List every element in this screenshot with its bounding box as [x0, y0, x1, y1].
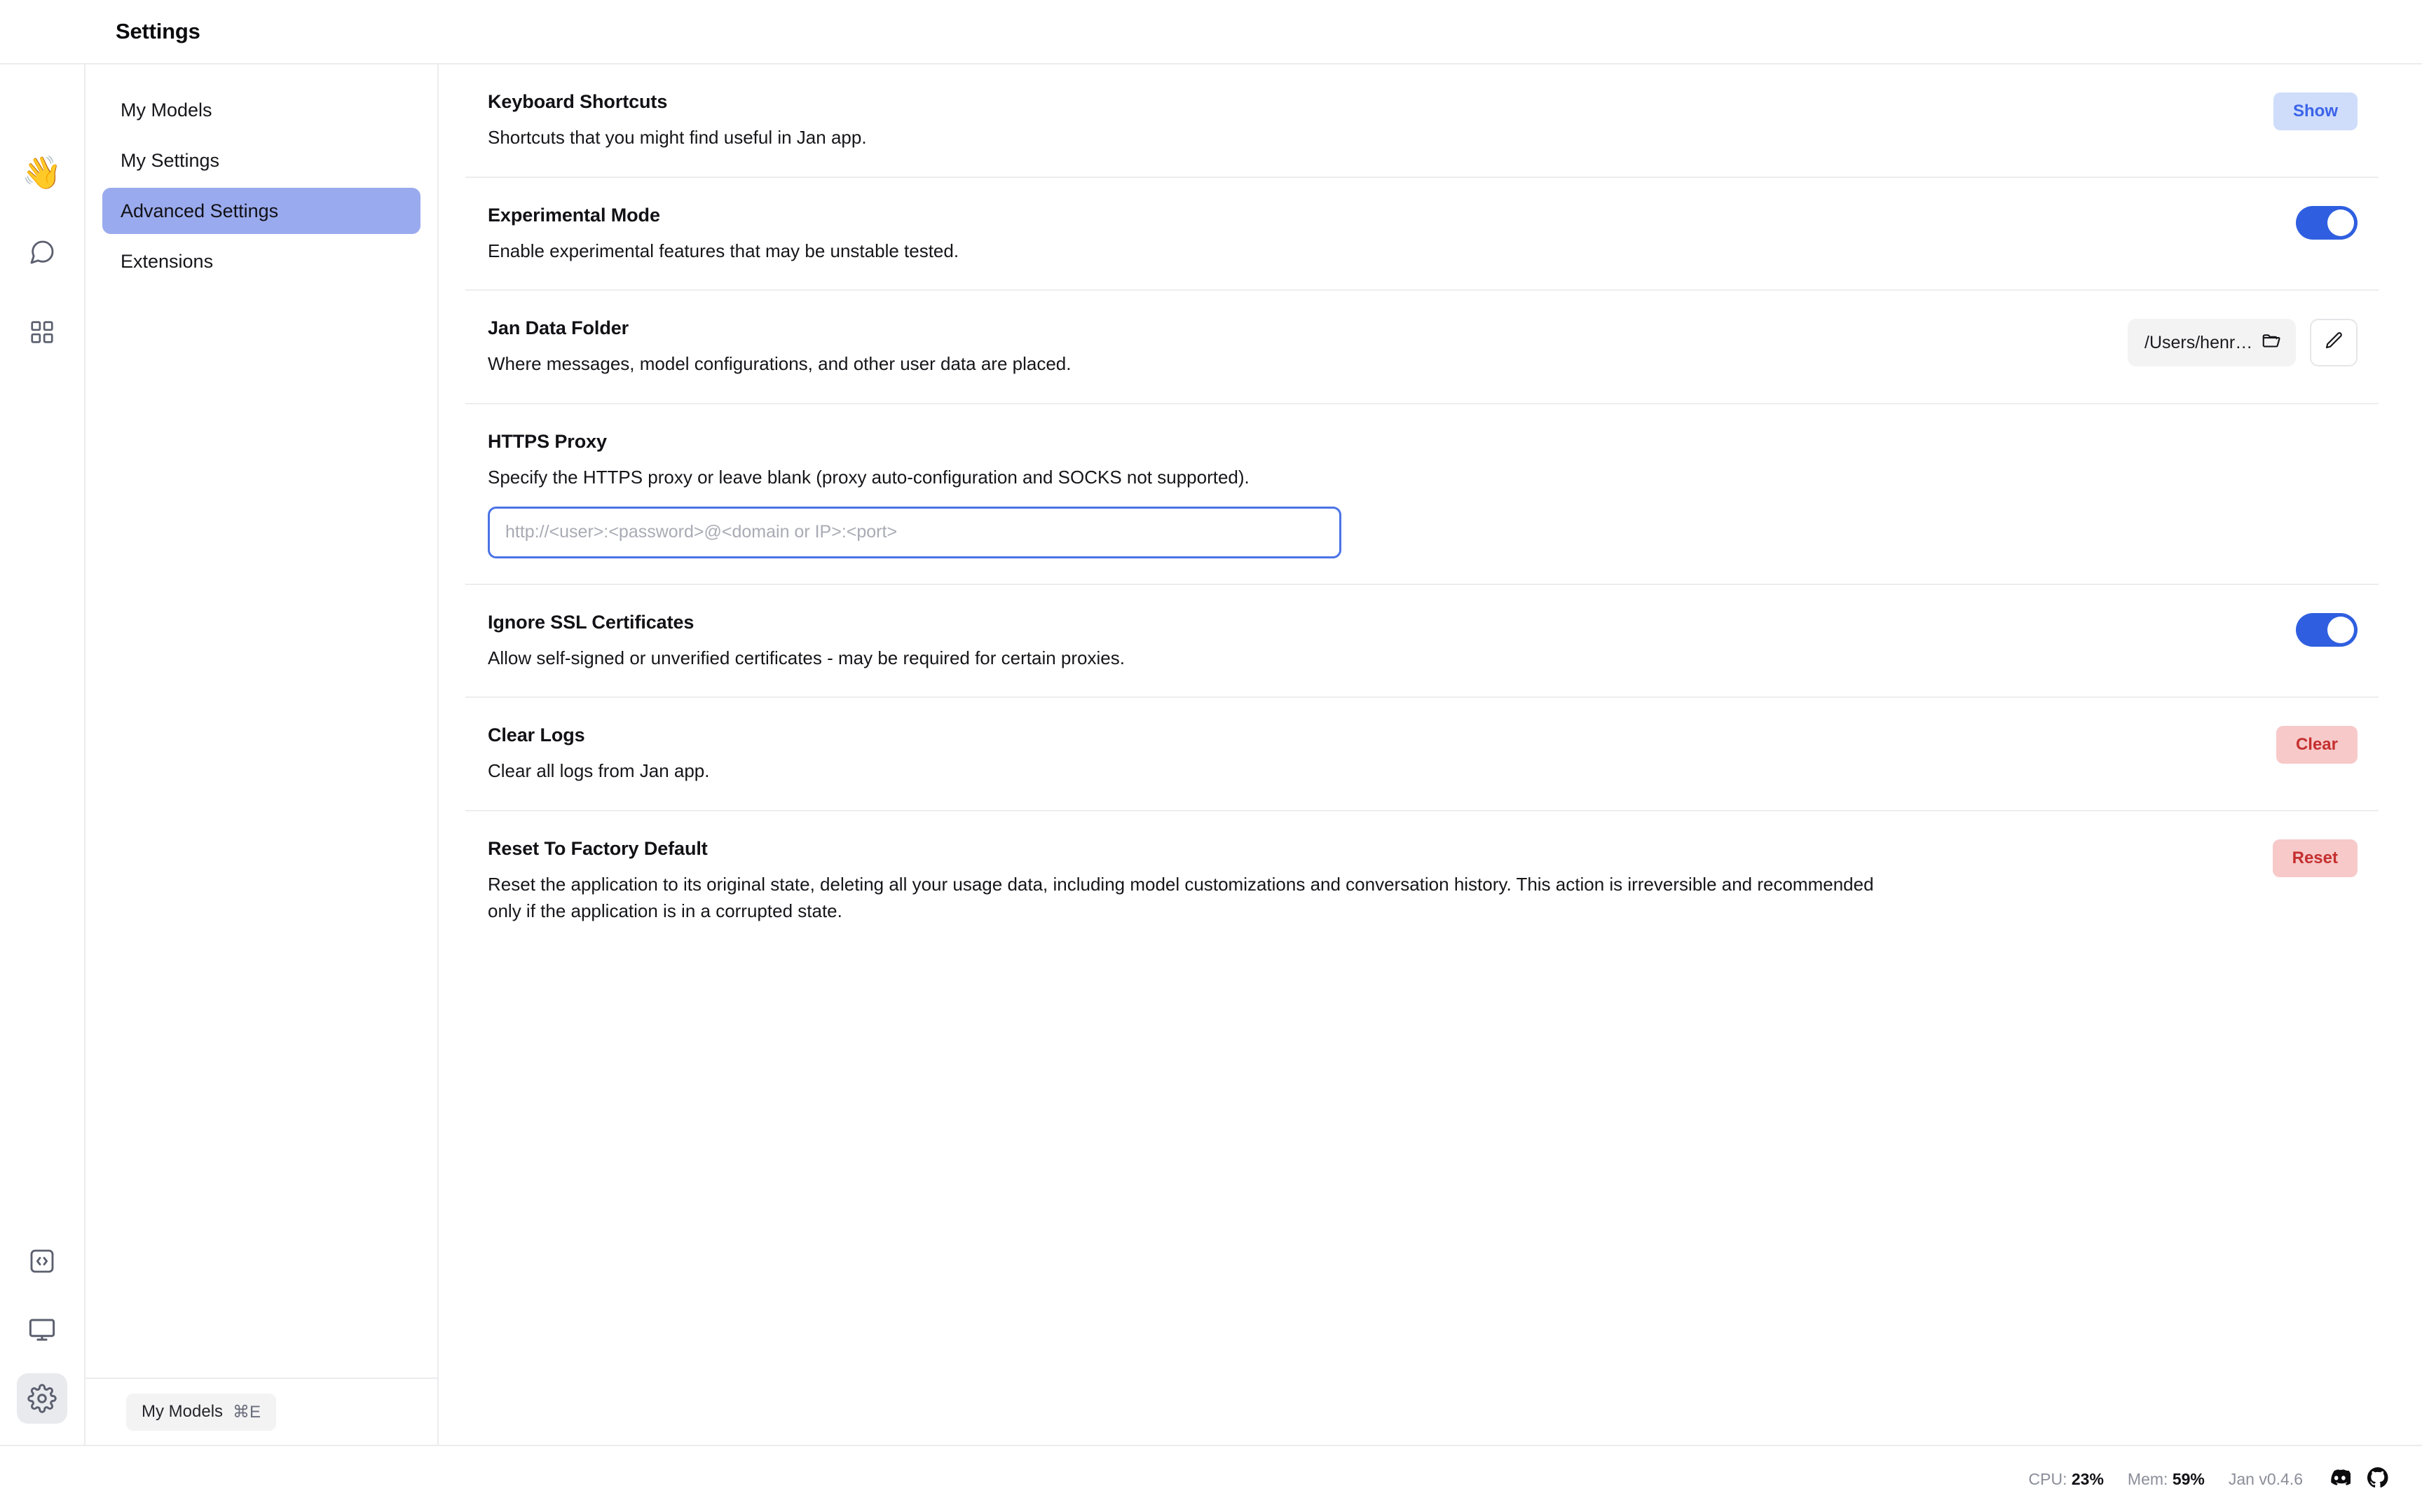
https-proxy-title: HTTPS Proxy: [488, 431, 607, 453]
app-version: Jan v0.4.6: [2228, 1469, 2303, 1488]
wave-emoji-icon[interactable]: 👋: [17, 147, 67, 198]
keyboard-shortcuts-title: Keyboard Shortcuts: [488, 91, 668, 112]
sidebar-item-extensions[interactable]: Extensions: [102, 238, 420, 284]
clear-logs-description: Clear all logs from Jan app.: [488, 760, 710, 782]
https-proxy-input[interactable]: [488, 506, 1341, 558]
keyboard-shortcuts-description: Shortcuts that you might find useful in …: [488, 127, 867, 148]
discord-icon[interactable]: [2327, 1466, 2353, 1493]
mem-value: 59%: [2172, 1469, 2205, 1488]
social-links: [2327, 1466, 2390, 1493]
experimental-mode-toggle[interactable]: [2296, 205, 2358, 240]
clear-logs-title: Clear Logs: [488, 724, 585, 746]
sidebar-item-advanced-settings[interactable]: Advanced Settings: [102, 188, 420, 234]
ignore-ssl-title: Ignore SSL Certificates: [488, 611, 695, 633]
gear-icon[interactable]: [17, 1373, 67, 1424]
status-bar: CPU: 23% Mem: 59% Jan v0.4.6: [0, 1445, 2422, 1512]
reset-factory-title: Reset To Factory Default: [488, 838, 708, 860]
cpu-label: CPU:: [2028, 1469, 2067, 1488]
open-folder-icon[interactable]: [2261, 331, 2282, 355]
mem-label: Mem:: [2127, 1469, 2168, 1488]
sidebar-item-my-models[interactable]: My Models: [102, 87, 420, 133]
setting-row-jan-data-folder: Jan Data Folder Where messages, model co…: [465, 291, 2379, 405]
setting-text-block: Keyboard Shortcuts Shortcuts that you mi…: [488, 91, 2245, 151]
settings-sidebar: My Models My Settings Advanced Settings …: [85, 64, 439, 1445]
clear-logs-button[interactable]: Clear: [2276, 726, 2358, 764]
jan-data-folder-control: /Users/henry/jan: [2128, 317, 2358, 367]
rail-top-group: 👋: [17, 147, 67, 357]
toggle-knob: [2327, 616, 2354, 643]
sidebar-item-label: My Models: [121, 99, 212, 121]
rail-bottom-group: [17, 1236, 67, 1424]
https-proxy-description: Specify the HTTPS proxy or leave blank (…: [488, 467, 1250, 488]
ignore-ssl-control: [2296, 612, 2358, 647]
jan-data-folder-description: Where messages, model configurations, an…: [488, 353, 1072, 375]
experimental-mode-control: [2296, 205, 2358, 240]
page-title: Settings: [116, 19, 200, 43]
clear-logs-control: Clear: [2276, 724, 2358, 764]
show-shortcuts-button[interactable]: Show: [2273, 92, 2358, 130]
setting-text-block: Jan Data Folder Where messages, model co…: [488, 317, 2100, 378]
toggle-knob: [2327, 209, 2354, 236]
sidebar-item-label: My Settings: [121, 149, 220, 171]
jan-data-folder-title: Jan Data Folder: [488, 317, 629, 339]
pencil-icon: [2323, 331, 2344, 355]
setting-text-block: Ignore SSL Certificates Allow self-signe…: [488, 612, 2268, 672]
ignore-ssl-toggle[interactable]: [2296, 612, 2358, 647]
setting-text-block: Experimental Mode Enable experimental fe…: [488, 205, 2268, 265]
wave-emoji-glyph: 👋: [22, 154, 62, 191]
settings-scroll-area: Keyboard Shortcuts Shortcuts that you mi…: [439, 64, 2422, 1445]
reset-factory-description: Reset the application to its original st…: [488, 874, 1874, 921]
grid-apps-icon[interactable]: [17, 307, 67, 357]
setting-text-block: Reset To Factory Default Reset the appli…: [488, 838, 2245, 924]
main-content: Keyboard Shortcuts Shortcuts that you mi…: [439, 64, 2422, 1445]
title-bar: Settings: [0, 0, 2422, 64]
experimental-mode-title: Experimental Mode: [488, 204, 660, 226]
left-icon-rail: 👋: [0, 64, 85, 1445]
my-models-shortcut-keys: ⌘E: [233, 1402, 261, 1422]
edit-data-folder-button[interactable]: [2310, 319, 2358, 367]
experimental-mode-description: Enable experimental features that may be…: [488, 240, 959, 261]
sidebar-item-my-settings[interactable]: My Settings: [102, 137, 420, 184]
cpu-usage-stat: CPU: 23%: [2029, 1470, 2104, 1489]
setting-row-reset-factory-default: Reset To Factory Default Reset the appli…: [465, 811, 2379, 949]
my-models-button-label: My Models: [142, 1402, 224, 1421]
setting-row-keyboard-shortcuts: Keyboard Shortcuts Shortcuts that you mi…: [465, 64, 2379, 178]
setting-row-experimental-mode: Experimental Mode Enable experimental fe…: [465, 178, 2379, 291]
app-window: Settings 👋 My Models My Settings Advance…: [0, 0, 2422, 1512]
ignore-ssl-description: Allow self-signed or unverified certific…: [488, 647, 1125, 668]
my-models-shortcut-button[interactable]: My Models ⌘E: [126, 1393, 277, 1431]
keyboard-shortcuts-control: Show: [2273, 91, 2358, 130]
reset-factory-button[interactable]: Reset: [2272, 839, 2358, 878]
sidebar-footer: My Models ⌘E: [85, 1377, 437, 1445]
jan-data-folder-path-field[interactable]: /Users/henry/jan: [2128, 319, 2296, 367]
memory-usage-stat: Mem: 59%: [2128, 1470, 2205, 1489]
jan-data-folder-path-value: /Users/henry/jan: [2144, 332, 2261, 352]
sidebar-item-label: Extensions: [121, 250, 214, 272]
reset-factory-control: Reset: [2272, 838, 2358, 878]
sidebar-item-label: Advanced Settings: [121, 200, 279, 221]
setting-text-block: HTTPS Proxy Specify the HTTPS proxy or l…: [488, 431, 2329, 558]
chat-bubble-icon[interactable]: [17, 227, 67, 277]
github-icon[interactable]: [2366, 1466, 2390, 1493]
cpu-value: 23%: [2071, 1469, 2104, 1488]
setting-row-clear-logs: Clear Logs Clear all logs from Jan app. …: [465, 698, 2379, 812]
setting-row-ignore-ssl: Ignore SSL Certificates Allow self-signe…: [465, 585, 2379, 699]
sidebar-nav-list: My Models My Settings Advanced Settings …: [85, 87, 437, 284]
monitor-icon[interactable]: [17, 1305, 67, 1355]
setting-row-https-proxy: HTTPS Proxy Specify the HTTPS proxy or l…: [465, 404, 2379, 585]
app-body: 👋 My Models My Settings Advanced Setting…: [0, 64, 2422, 1445]
code-brackets-icon[interactable]: [17, 1236, 67, 1286]
setting-text-block: Clear Logs Clear all logs from Jan app.: [488, 724, 2248, 785]
